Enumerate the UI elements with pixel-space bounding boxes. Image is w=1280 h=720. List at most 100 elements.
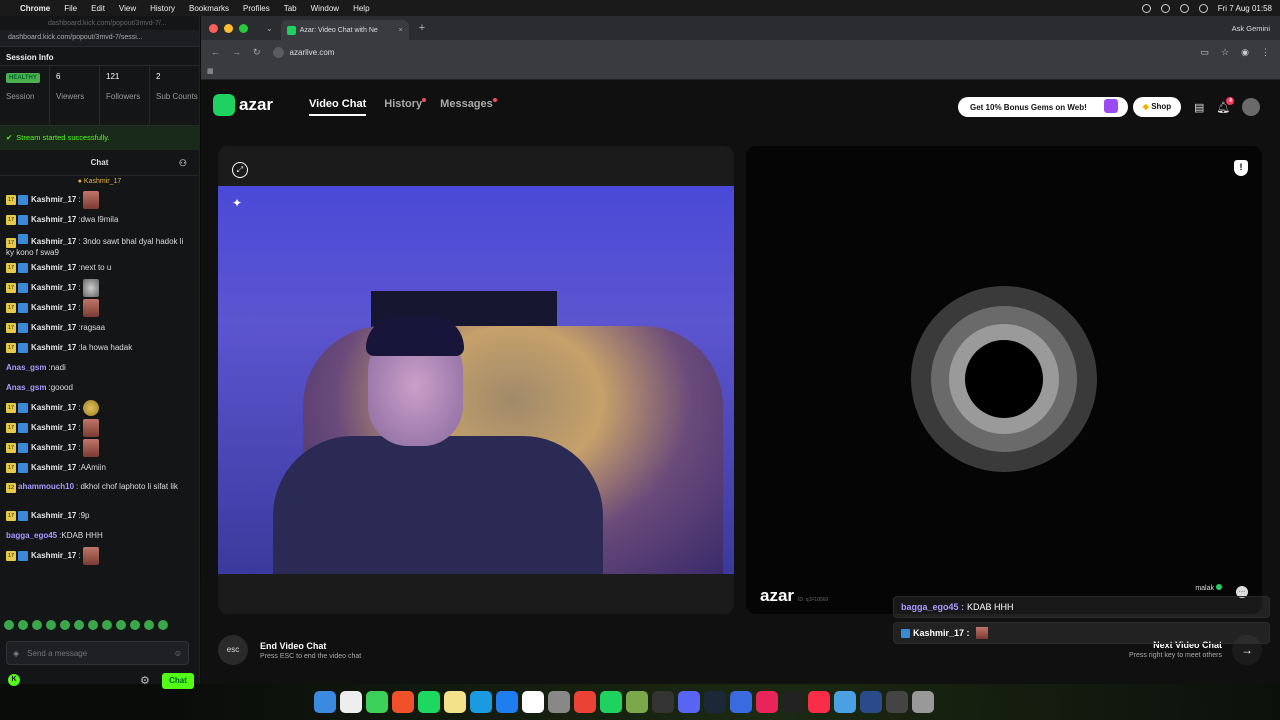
chat-message[interactable]: 17 Kashmir_17: — [6, 418, 193, 438]
emote-icon[interactable] — [46, 620, 56, 630]
profile-icon[interactable]: ◉ — [1241, 47, 1249, 58]
chat-username[interactable]: Kashmir_17 — [31, 463, 76, 473]
menu-history[interactable]: History — [150, 4, 175, 13]
app-icon[interactable] — [626, 691, 648, 713]
chat-message[interactable]: 12 ahammouch10: dkhol chof laphoto li sif… — [6, 478, 193, 506]
trash-icon[interactable] — [912, 691, 934, 713]
chat-message[interactable]: bagga_ego45: KDAB HHH — [6, 526, 193, 546]
chat-message[interactable]: Anas_gsm: nadi — [6, 358, 193, 378]
chat-message[interactable]: 17 Kashmir_17: dwa l9mila — [6, 210, 193, 230]
chat-message[interactable]: 17 Kashmir_17: — [6, 546, 193, 566]
chat-username[interactable]: Anas_gsm — [6, 383, 46, 393]
emote-icon[interactable] — [74, 620, 84, 630]
chat-message[interactable]: 17 Kashmir_17: 9p — [6, 506, 193, 526]
users-icon[interactable]: ⚇ — [179, 158, 187, 169]
chat-send-button[interactable]: Chat — [162, 673, 194, 689]
forward-icon[interactable]: → — [232, 47, 241, 57]
url-text[interactable]: azarlive.com — [290, 48, 335, 57]
expand-icon[interactable]: ⤢ — [232, 162, 248, 178]
chat-message[interactable]: 17 Kashmir_17: — [6, 298, 193, 318]
notion-icon[interactable] — [522, 691, 544, 713]
chat-message[interactable]: 17 Kashmir_17: ragsaa — [6, 318, 193, 338]
emote-bar[interactable] — [4, 620, 194, 634]
chat-username[interactable]: Kashmir_17 — [31, 403, 76, 413]
chat-message[interactable]: 17 Kashmir_17: la howa hadak — [6, 338, 193, 358]
gear-icon[interactable]: ⚙ — [140, 674, 150, 687]
chat-message[interactable]: 17 Kashmir_17: 3ndo sawt bhal dyal hadok … — [6, 230, 193, 258]
inbox-icon[interactable]: ▤ — [1194, 101, 1204, 114]
url-field[interactable]: azarlive.com — [272, 46, 335, 58]
ask-gemini-button[interactable]: Ask Gemini — [1232, 24, 1270, 33]
emote-icon[interactable] — [60, 620, 70, 630]
chat-username[interactable]: Kashmir_17 — [31, 215, 76, 225]
chat-message[interactable]: Anas_gsm: goood — [6, 378, 193, 398]
wifi-icon[interactable] — [1160, 3, 1170, 13]
cast-icon[interactable]: ▭ — [1201, 47, 1210, 58]
send-message-box[interactable]: ◈ ☺ — [6, 641, 189, 665]
davinci-icon[interactable] — [860, 691, 882, 713]
menu-profiles[interactable]: Profiles — [243, 4, 270, 13]
app-icon[interactable] — [730, 691, 752, 713]
control-center-icon[interactable] — [1198, 3, 1208, 13]
notes-icon[interactable] — [444, 691, 466, 713]
music-icon[interactable] — [808, 691, 830, 713]
downloads-icon[interactable] — [886, 691, 908, 713]
emote-icon[interactable] — [88, 620, 98, 630]
steam-icon[interactable] — [704, 691, 726, 713]
emote-icon[interactable] — [102, 620, 112, 630]
nav-history[interactable]: History — [384, 98, 427, 116]
reload-icon[interactable]: ↻ — [253, 47, 261, 58]
azar-logo[interactable]: azar — [213, 94, 273, 116]
kick-logo-icon[interactable]: K — [8, 674, 20, 686]
brave-icon[interactable] — [392, 691, 414, 713]
github-icon[interactable] — [652, 691, 674, 713]
kebab-menu-icon[interactable]: ⋮ — [1261, 47, 1270, 58]
menu-window[interactable]: Window — [311, 4, 339, 13]
tab-list-icon[interactable]: ⌄ — [266, 24, 273, 33]
emoji-icon[interactable]: ☺ — [174, 649, 182, 658]
message-input[interactable] — [27, 648, 148, 658]
close-tab-icon[interactable]: × — [399, 27, 403, 34]
capcut-icon[interactable] — [782, 691, 804, 713]
new-tab-icon[interactable]: + — [419, 22, 425, 34]
bell-icon[interactable]: 🔔︎ 4 — [1216, 96, 1235, 114]
avatar[interactable] — [1242, 98, 1261, 116]
popout-url[interactable]: dashboard.kick.com/popout/3mvd-7/sessi..… — [0, 30, 199, 46]
chat-username[interactable]: Kashmir_17 — [31, 195, 76, 205]
chat-messages[interactable]: 17 Kashmir_17: 17 Kashmir_17: dwa l9mila 17… — [0, 190, 199, 566]
chat-message[interactable]: 17 Kashmir_17: — [6, 438, 193, 458]
chat-username[interactable]: Kashmir_17 — [31, 283, 76, 293]
chat-username[interactable]: Kashmir_17 — [31, 443, 76, 453]
emote-icon[interactable] — [32, 620, 42, 630]
chat-username[interactable]: Kashmir_17 — [31, 511, 76, 521]
chrome-icon[interactable] — [574, 691, 596, 713]
system-settings-icon[interactable] — [548, 691, 570, 713]
facetime-icon[interactable] — [600, 691, 622, 713]
close-window-icon[interactable] — [209, 23, 218, 33]
chat-message[interactable]: 17 Kashmir_17: — [6, 278, 193, 298]
chat-username[interactable]: Kashmir_17 — [31, 423, 76, 433]
tab-azar[interactable]: Azar: Video Chat with Ne × — [280, 20, 409, 40]
nav-video-chat[interactable]: Video Chat — [309, 98, 367, 116]
clock[interactable]: Fri 7 Aug 01:58 — [1218, 4, 1272, 13]
menu-tab[interactable]: Tab — [284, 4, 297, 13]
emote-icon[interactable] — [18, 620, 28, 630]
finder-icon[interactable] — [314, 691, 336, 713]
app-store-icon[interactable] — [496, 691, 518, 713]
messages-icon[interactable] — [366, 691, 388, 713]
spotify-icon[interactable] — [418, 691, 440, 713]
esc-button[interactable]: esc — [218, 635, 248, 665]
chat-username[interactable]: Kashmir_17 — [31, 303, 76, 313]
chat-username[interactable]: Kashmir_17 — [31, 343, 76, 353]
chat-username[interactable]: Kashmir_17 — [31, 551, 76, 561]
apps-grid-icon[interactable]: ▦ — [207, 68, 214, 75]
bonus-gems-button[interactable]: Get 10% Bonus Gems on Web! — [958, 97, 1128, 117]
emote-icon[interactable] — [116, 620, 126, 630]
minimize-window-icon[interactable] — [224, 23, 233, 33]
launchpad-icon[interactable] — [340, 691, 362, 713]
chat-message[interactable]: 17 Kashmir_17: — [6, 190, 193, 210]
chat-message[interactable]: 17 Kashmir_17: next to u — [6, 258, 193, 278]
chat-username[interactable]: ahammouch10 — [18, 482, 74, 491]
back-icon[interactable]: ← — [211, 47, 220, 57]
discord-icon[interactable] — [678, 691, 700, 713]
